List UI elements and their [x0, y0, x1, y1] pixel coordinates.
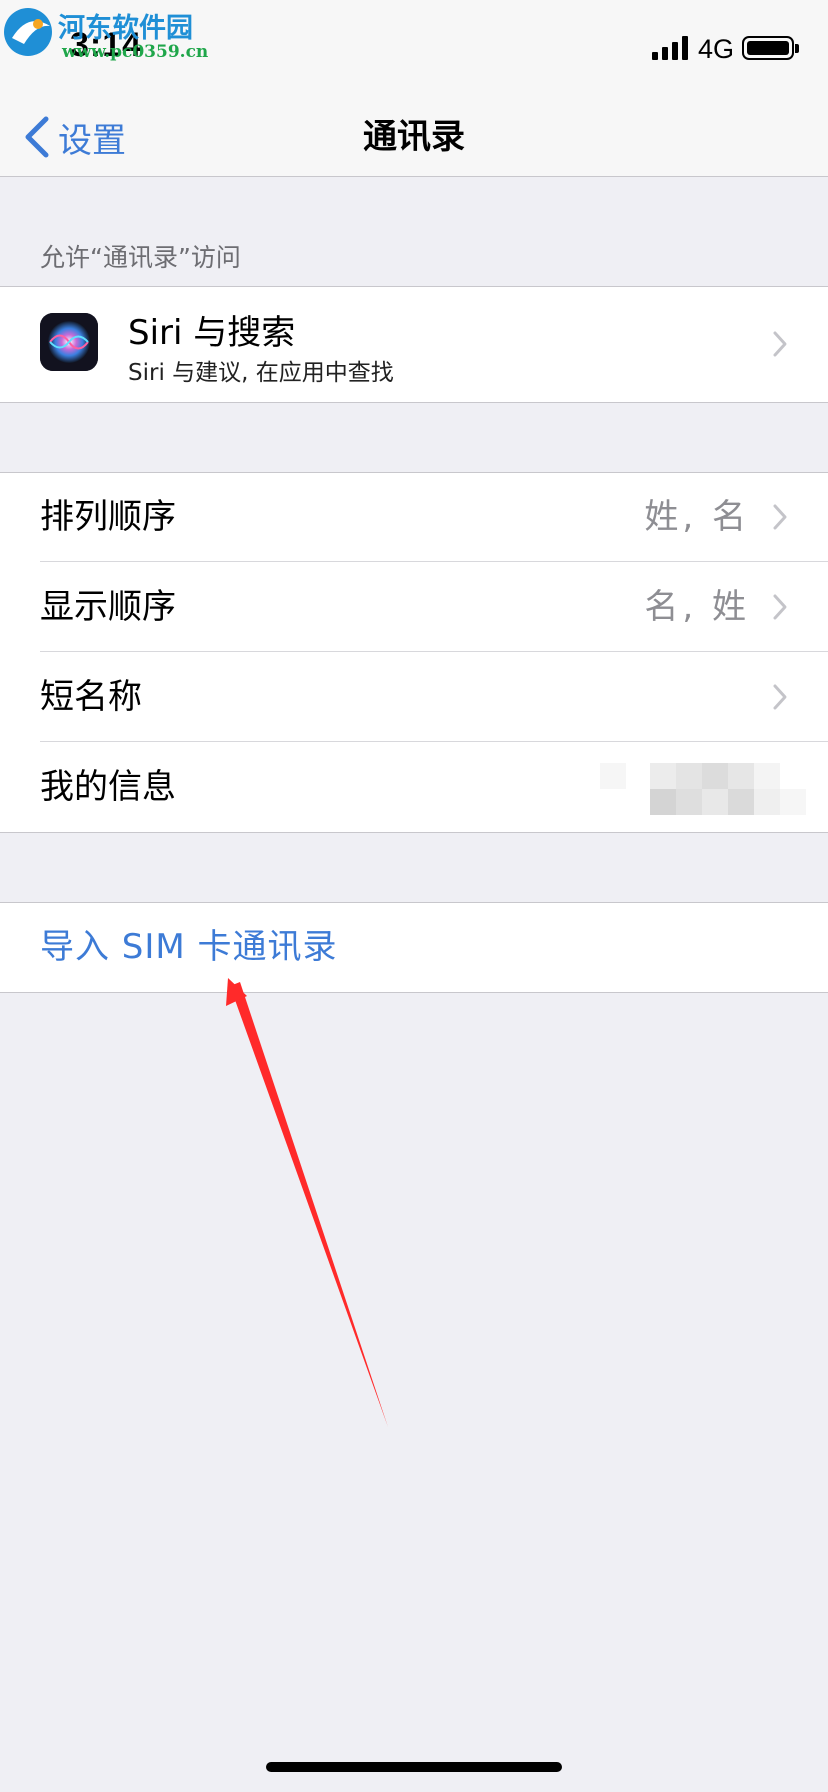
watermark: 河东软件园 www.pc0359.cn [0, 2, 210, 64]
my-info-row[interactable]: 我的信息 [0, 743, 828, 832]
my-info-label: 我的信息 [40, 767, 176, 807]
siri-title: Siri 与搜索 [128, 313, 296, 353]
navigation-bar: 设置 通讯录 [0, 100, 828, 177]
page-title: 通讯录 [363, 117, 465, 157]
watermark-title: 河东软件园 [58, 13, 193, 44]
chevron-right-icon [773, 504, 787, 530]
contacts-settings-group: 排列顺序 姓, 名 显示顺序 名, 姓 短名称 我的信息 [0, 472, 828, 833]
watermark-url: www.pc0359.cn [62, 42, 209, 62]
row-divider [40, 561, 828, 562]
sort-order-row[interactable]: 排列顺序 姓, 名 [0, 473, 828, 562]
chevron-right-icon [773, 331, 787, 357]
home-indicator[interactable] [266, 1762, 562, 1772]
siri-search-row[interactable]: Siri 与搜索 Siri 与建议, 在应用中查找 [0, 286, 828, 403]
display-order-label: 显示顺序 [40, 587, 176, 627]
import-sim-row[interactable]: 导入 SIM 卡通讯录 [0, 902, 828, 993]
sort-order-value: 姓, 名 [644, 497, 750, 537]
siri-subtitle: Siri 与建议, 在应用中查找 [128, 360, 394, 386]
network-type: 4G [698, 34, 735, 64]
row-divider [40, 651, 828, 652]
cellular-signal-icon [652, 36, 688, 60]
display-order-row[interactable]: 显示顺序 名, 姓 [0, 563, 828, 652]
watermark-logo-icon [4, 8, 52, 56]
short-name-row[interactable]: 短名称 [0, 653, 828, 742]
section-header-access: 允许“通讯录”访问 [40, 243, 241, 272]
short-name-label: 短名称 [40, 677, 142, 717]
row-divider [40, 741, 828, 742]
siri-icon [40, 313, 98, 371]
chevron-right-icon [773, 684, 787, 710]
sort-order-label: 排列顺序 [40, 497, 176, 537]
import-sim-contacts-button[interactable]: 导入 SIM 卡通讯录 [40, 903, 338, 992]
display-order-value: 名, 姓 [644, 587, 750, 627]
battery-icon [742, 36, 799, 60]
chevron-right-icon [773, 594, 787, 620]
my-info-pixelated-value [600, 763, 806, 815]
